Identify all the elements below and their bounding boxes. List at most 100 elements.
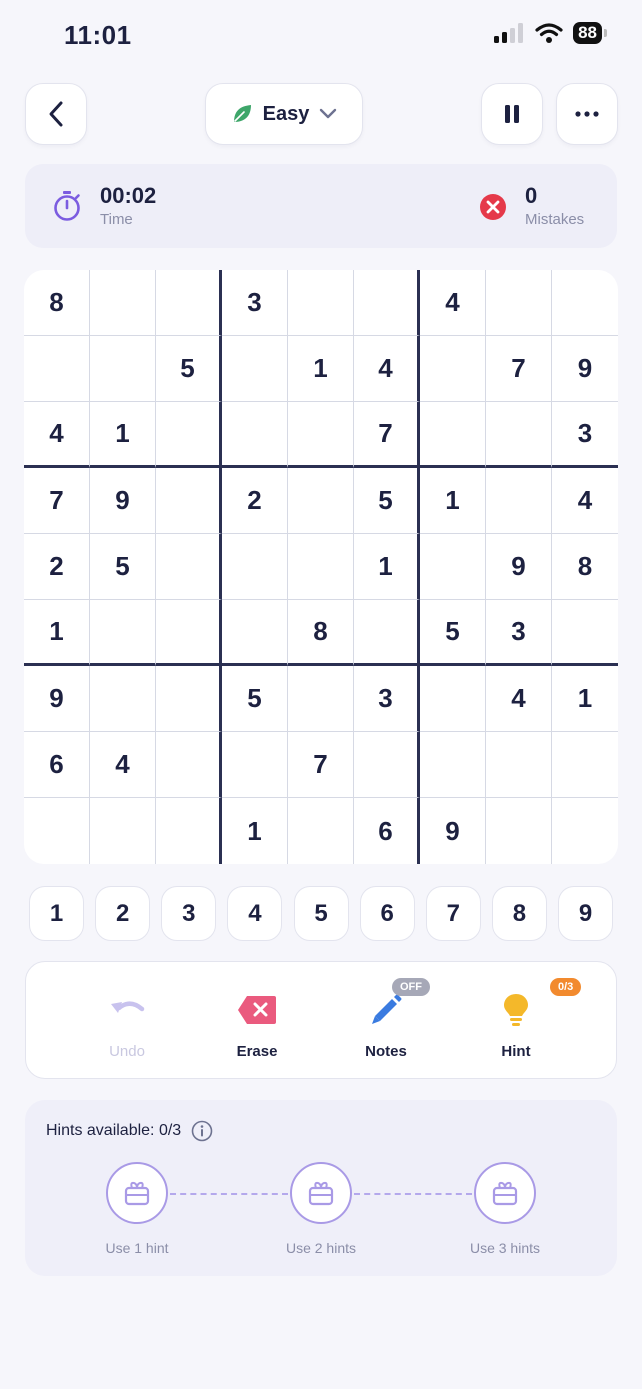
board-cell-r9c4[interactable]: 1 — [222, 798, 288, 864]
board-cell-r6c5[interactable]: 8 — [288, 600, 354, 666]
undo-button[interactable]: Undo — [72, 962, 182, 1080]
hint-step-2[interactable]: Use 2 hints — [261, 1162, 381, 1256]
board-cell-r1c5[interactable] — [288, 270, 354, 336]
board-cell-r7c1[interactable]: 9 — [24, 666, 90, 732]
board-cell-r7c6[interactable]: 3 — [354, 666, 420, 732]
board-cell-r5c4[interactable] — [222, 534, 288, 600]
board-cell-r2c8[interactable]: 7 — [486, 336, 552, 402]
number-button-7[interactable]: 7 — [425, 886, 481, 941]
board-cell-r7c2[interactable] — [90, 666, 156, 732]
board-cell-r9c7[interactable]: 9 — [420, 798, 486, 864]
number-button-1[interactable]: 1 — [29, 886, 84, 941]
board-cell-r5c3[interactable] — [156, 534, 222, 600]
board-cell-r4c4[interactable]: 2 — [222, 468, 288, 534]
board-cell-r3c2[interactable]: 1 — [90, 402, 156, 468]
board-cell-r8c3[interactable] — [156, 732, 222, 798]
board-cell-r4c6[interactable]: 5 — [354, 468, 420, 534]
board-cell-r4c7[interactable]: 1 — [420, 468, 486, 534]
board-cell-r2c4[interactable] — [222, 336, 288, 402]
back-button[interactable] — [25, 83, 87, 145]
board-cell-r3c9[interactable]: 3 — [552, 402, 618, 468]
board-cell-r3c7[interactable] — [420, 402, 486, 468]
number-button-8[interactable]: 8 — [491, 886, 547, 941]
board-cell-r2c1[interactable] — [24, 336, 90, 402]
number-button-6[interactable]: 6 — [359, 886, 415, 941]
board-cell-r7c7[interactable] — [420, 666, 486, 732]
board-cell-r7c8[interactable]: 4 — [486, 666, 552, 732]
board-cell-r7c4[interactable]: 5 — [222, 666, 288, 732]
board-cell-r8c9[interactable] — [552, 732, 618, 798]
board-cell-r8c5[interactable]: 7 — [288, 732, 354, 798]
erase-button[interactable]: Erase — [202, 962, 312, 1080]
board-cell-r3c8[interactable] — [486, 402, 552, 468]
pause-button[interactable] — [481, 83, 543, 145]
board-cell-r5c5[interactable] — [288, 534, 354, 600]
board-cell-r7c9[interactable]: 1 — [552, 666, 618, 732]
board-cell-r6c2[interactable] — [90, 600, 156, 666]
board-cell-r6c8[interactable]: 3 — [486, 600, 552, 666]
board-cell-r4c3[interactable] — [156, 468, 222, 534]
board-cell-r9c1[interactable] — [24, 798, 90, 864]
board-cell-r4c9[interactable]: 4 — [552, 468, 618, 534]
hint-step-3[interactable]: Use 3 hints — [445, 1162, 565, 1256]
board-cell-r2c7[interactable] — [420, 336, 486, 402]
board-cell-r5c2[interactable]: 5 — [90, 534, 156, 600]
board-cell-r6c6[interactable] — [354, 600, 420, 666]
board-cell-r2c6[interactable]: 4 — [354, 336, 420, 402]
number-button-9[interactable]: 9 — [558, 886, 613, 941]
board-cell-r1c9[interactable] — [552, 270, 618, 336]
board-cell-r8c8[interactable] — [486, 732, 552, 798]
board-cell-r7c5[interactable] — [288, 666, 354, 732]
board-cell-r4c1[interactable]: 7 — [24, 468, 90, 534]
number-button-3[interactable]: 3 — [161, 886, 217, 941]
number-button-4[interactable]: 4 — [227, 886, 283, 941]
board-cell-r1c1[interactable]: 8 — [24, 270, 90, 336]
board-cell-r8c1[interactable]: 6 — [24, 732, 90, 798]
board-cell-r5c7[interactable] — [420, 534, 486, 600]
info-icon[interactable] — [191, 1120, 213, 1142]
number-button-5[interactable]: 5 — [293, 886, 349, 941]
board-cell-r9c9[interactable] — [552, 798, 618, 864]
board-cell-r6c9[interactable] — [552, 600, 618, 666]
hint-step-1[interactable]: Use 1 hint — [77, 1162, 197, 1256]
board-cell-r5c8[interactable]: 9 — [486, 534, 552, 600]
board-cell-r6c3[interactable] — [156, 600, 222, 666]
board-cell-r1c7[interactable]: 4 — [420, 270, 486, 336]
board-cell-r6c7[interactable]: 5 — [420, 600, 486, 666]
difficulty-selector[interactable]: Easy — [205, 83, 363, 145]
board-cell-r9c2[interactable] — [90, 798, 156, 864]
board-cell-r5c6[interactable]: 1 — [354, 534, 420, 600]
board-cell-r9c6[interactable]: 6 — [354, 798, 420, 864]
board-cell-r8c4[interactable] — [222, 732, 288, 798]
board-cell-r3c1[interactable]: 4 — [24, 402, 90, 468]
board-cell-r5c9[interactable]: 8 — [552, 534, 618, 600]
board-cell-r7c3[interactable] — [156, 666, 222, 732]
board-cell-r4c8[interactable] — [486, 468, 552, 534]
board-cell-r8c7[interactable] — [420, 732, 486, 798]
board-cell-r4c2[interactable]: 9 — [90, 468, 156, 534]
board-cell-r2c5[interactable]: 1 — [288, 336, 354, 402]
board-cell-r8c6[interactable] — [354, 732, 420, 798]
board-cell-r4c5[interactable] — [288, 468, 354, 534]
board-cell-r2c9[interactable]: 9 — [552, 336, 618, 402]
board-cell-r3c5[interactable] — [288, 402, 354, 468]
board-cell-r6c4[interactable] — [222, 600, 288, 666]
board-cell-r5c1[interactable]: 2 — [24, 534, 90, 600]
board-cell-r2c2[interactable] — [90, 336, 156, 402]
board-cell-r9c8[interactable] — [486, 798, 552, 864]
board-cell-r9c5[interactable] — [288, 798, 354, 864]
more-options-button[interactable] — [556, 83, 618, 145]
board-cell-r9c3[interactable] — [156, 798, 222, 864]
board-cell-r8c2[interactable]: 4 — [90, 732, 156, 798]
board-cell-r1c3[interactable] — [156, 270, 222, 336]
board-cell-r3c6[interactable]: 7 — [354, 402, 420, 468]
board-cell-r1c4[interactable]: 3 — [222, 270, 288, 336]
board-cell-r3c3[interactable] — [156, 402, 222, 468]
number-button-2[interactable]: 2 — [95, 886, 151, 941]
board-cell-r2c3[interactable]: 5 — [156, 336, 222, 402]
board-cell-r1c8[interactable] — [486, 270, 552, 336]
board-cell-r6c1[interactable]: 1 — [24, 600, 90, 666]
board-cell-r1c6[interactable] — [354, 270, 420, 336]
board-cell-r3c4[interactable] — [222, 402, 288, 468]
board-cell-r1c2[interactable] — [90, 270, 156, 336]
